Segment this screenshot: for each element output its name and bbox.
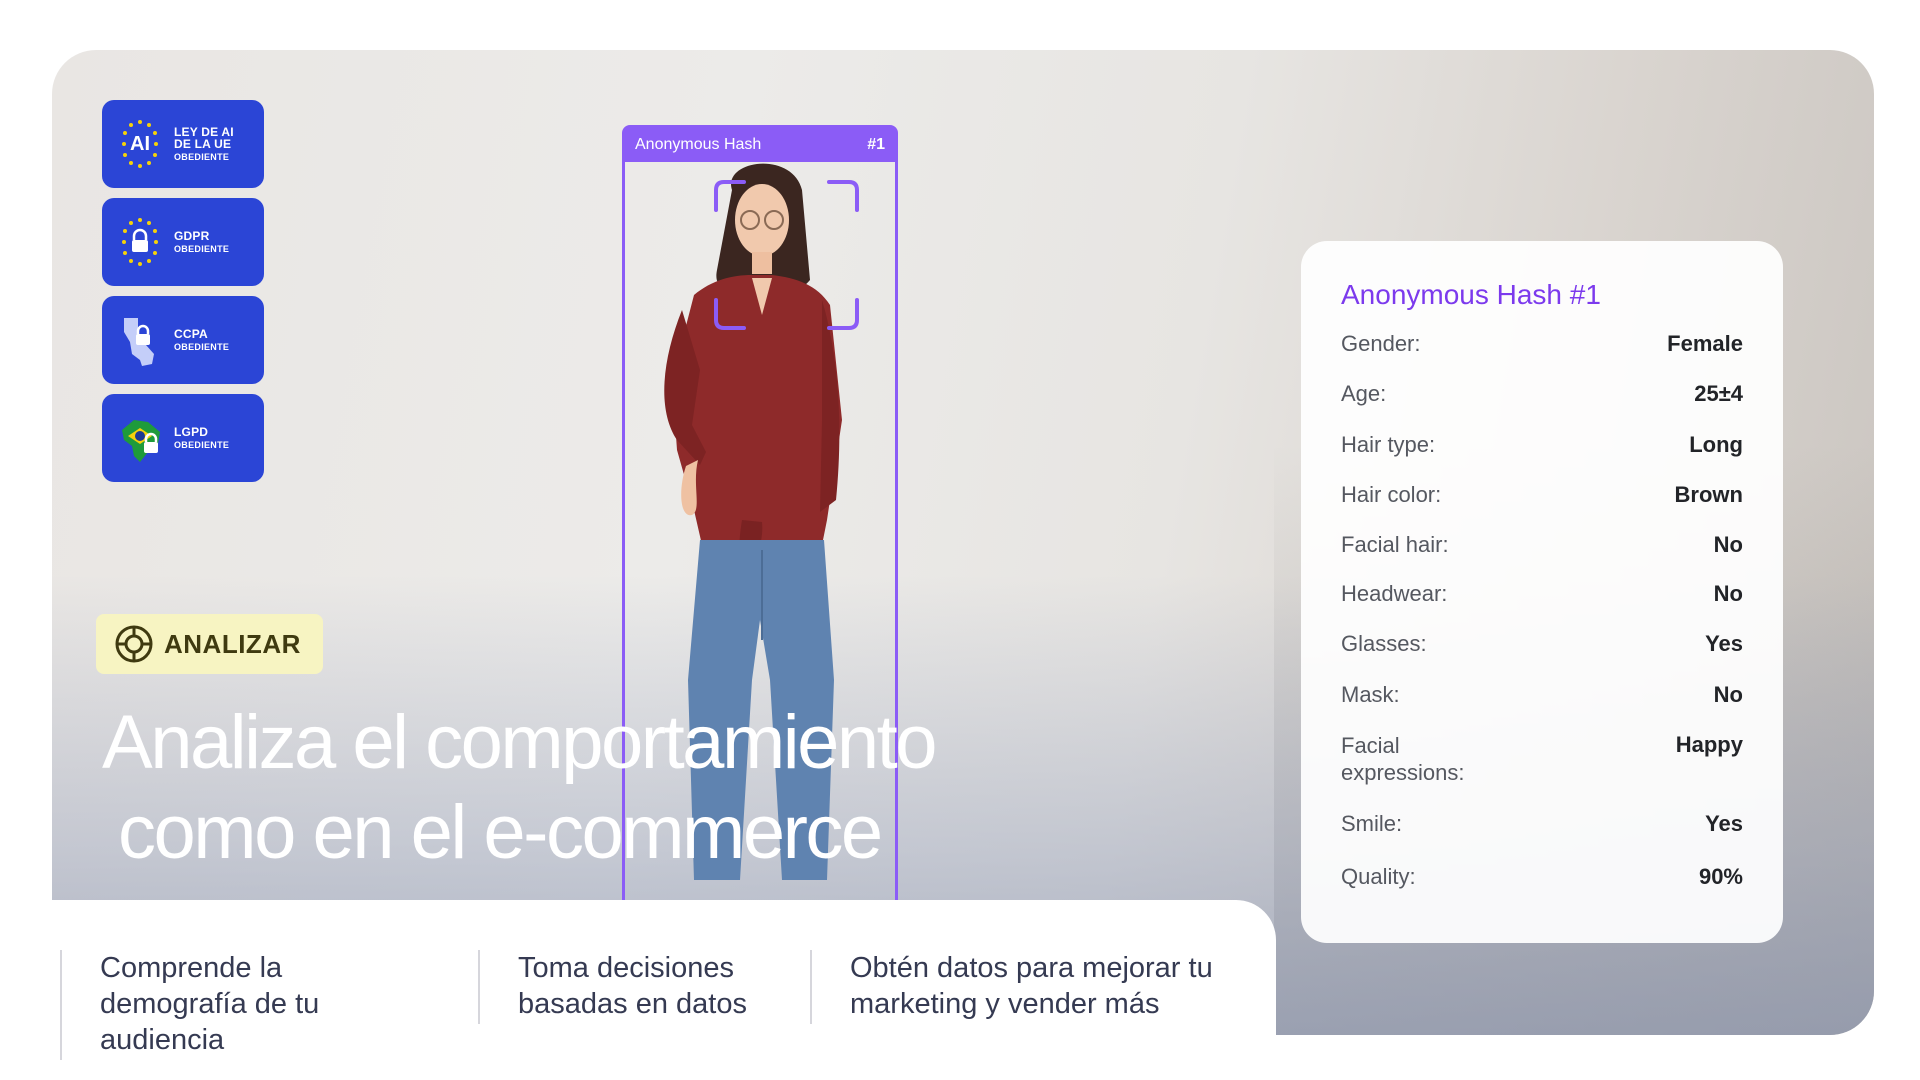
attribute-key: Quality: bbox=[1341, 864, 1416, 889]
attribute-key: Hair color: bbox=[1341, 482, 1442, 507]
page-headline: Analiza el comportamiento como en el e-c… bbox=[102, 698, 938, 878]
attribute-row: Smile: Yes bbox=[1341, 811, 1743, 864]
attribute-value: No bbox=[1713, 532, 1743, 557]
badge-subtitle: OBEDIENTE bbox=[174, 439, 230, 450]
badge-lgpd: LGPD OBEDIENTE bbox=[102, 394, 264, 482]
badge-eu-ai-act: AI LEY DE AI DE LA UE OBEDIENTE bbox=[102, 100, 264, 188]
ai-icon-text: AI bbox=[130, 133, 150, 155]
attribute-row: Glasses: Yes bbox=[1341, 631, 1743, 682]
analyze-tag: ANALIZAR bbox=[96, 614, 323, 674]
badge-title-line: DE LA UE bbox=[174, 137, 232, 152]
attribute-row: Hair color: Brown bbox=[1341, 482, 1743, 532]
attribute-value: Yes bbox=[1705, 631, 1743, 656]
attribute-row: Facial hair: No bbox=[1341, 532, 1743, 581]
headline-line-2: como en el e-commerce bbox=[118, 790, 883, 875]
attribute-value: No bbox=[1713, 682, 1743, 707]
attribute-key: Mask: bbox=[1341, 682, 1400, 707]
divider bbox=[60, 950, 62, 1060]
attribute-key: Facial hair: bbox=[1341, 532, 1449, 557]
divider bbox=[810, 950, 812, 1024]
attribute-value: Yes bbox=[1705, 811, 1743, 836]
attribute-value: Happy bbox=[1675, 732, 1743, 757]
attribute-key: Headwear: bbox=[1341, 581, 1448, 606]
feature-item: Toma decisiones basadas en datos bbox=[518, 952, 747, 1020]
badge-title-line: GDPR bbox=[174, 228, 210, 243]
hero-banner: AI LEY DE AI DE LA UE OBEDIENTE GDPR OBE… bbox=[52, 50, 1874, 1035]
attribute-value: No bbox=[1713, 581, 1743, 606]
attribute-row: Age: 25±4 bbox=[1341, 381, 1743, 432]
badge-subtitle: OBEDIENTE bbox=[174, 151, 230, 162]
attribute-key: Hair type: bbox=[1341, 432, 1436, 457]
attribute-value: Female bbox=[1667, 331, 1743, 356]
attribute-key: Glasses: bbox=[1341, 631, 1427, 656]
attribute-key: Gender: bbox=[1341, 331, 1421, 356]
attribute-key: Smile: bbox=[1341, 811, 1403, 836]
analyze-target-icon bbox=[115, 625, 153, 663]
bounding-box-id: #1 bbox=[867, 136, 885, 153]
badge-ccpa: CCPA OBEDIENTE bbox=[102, 296, 264, 384]
bounding-box-label: Anonymous Hash bbox=[635, 136, 762, 153]
eu-ai-act-icon: AI bbox=[122, 120, 158, 168]
attributes-card: Anonymous Hash #1 Gender: Female Age: 25… bbox=[1301, 241, 1783, 943]
attribute-row: Quality: 90% bbox=[1341, 864, 1743, 914]
attribute-value: 90% bbox=[1698, 864, 1743, 889]
attribute-row: Headwear: No bbox=[1341, 581, 1743, 631]
attribute-key: Age: bbox=[1341, 381, 1387, 406]
bounding-box-header: Anonymous Hash #1 bbox=[625, 128, 895, 162]
badge-title-line: LGPD bbox=[174, 424, 209, 439]
attribute-value: 25±4 bbox=[1694, 381, 1743, 406]
card-title: Anonymous Hash #1 bbox=[1341, 279, 1601, 310]
badge-title-line: CCPA bbox=[174, 326, 208, 341]
badge-subtitle: OBEDIENTE bbox=[174, 341, 230, 352]
feature-item: Obtén datos para mejorar tu marketing y … bbox=[850, 952, 1213, 1020]
feature-item: Comprende la demografía de tu audiencia bbox=[100, 952, 320, 1056]
gdpr-lock-icon bbox=[122, 218, 158, 266]
analyze-tag-label: ANALIZAR bbox=[164, 628, 301, 659]
attribute-row: Hair type: Long bbox=[1341, 432, 1743, 482]
attribute-key: Facial expressions: bbox=[1341, 733, 1465, 785]
lgpd-brazil-icon bbox=[122, 420, 160, 462]
attribute-row: Facial expressions: Happy bbox=[1341, 732, 1743, 811]
ccpa-california-icon bbox=[124, 318, 154, 366]
badge-gdpr: GDPR OBEDIENTE bbox=[102, 198, 264, 286]
attribute-row: Gender: Female bbox=[1341, 331, 1743, 381]
attribute-value: Long bbox=[1689, 432, 1743, 457]
badge-subtitle: OBEDIENTE bbox=[174, 243, 230, 254]
attribute-row: Mask: No bbox=[1341, 682, 1743, 732]
headline-line-1: Analiza el comportamiento bbox=[102, 700, 938, 785]
attribute-value: Brown bbox=[1674, 482, 1743, 507]
divider bbox=[478, 950, 480, 1024]
